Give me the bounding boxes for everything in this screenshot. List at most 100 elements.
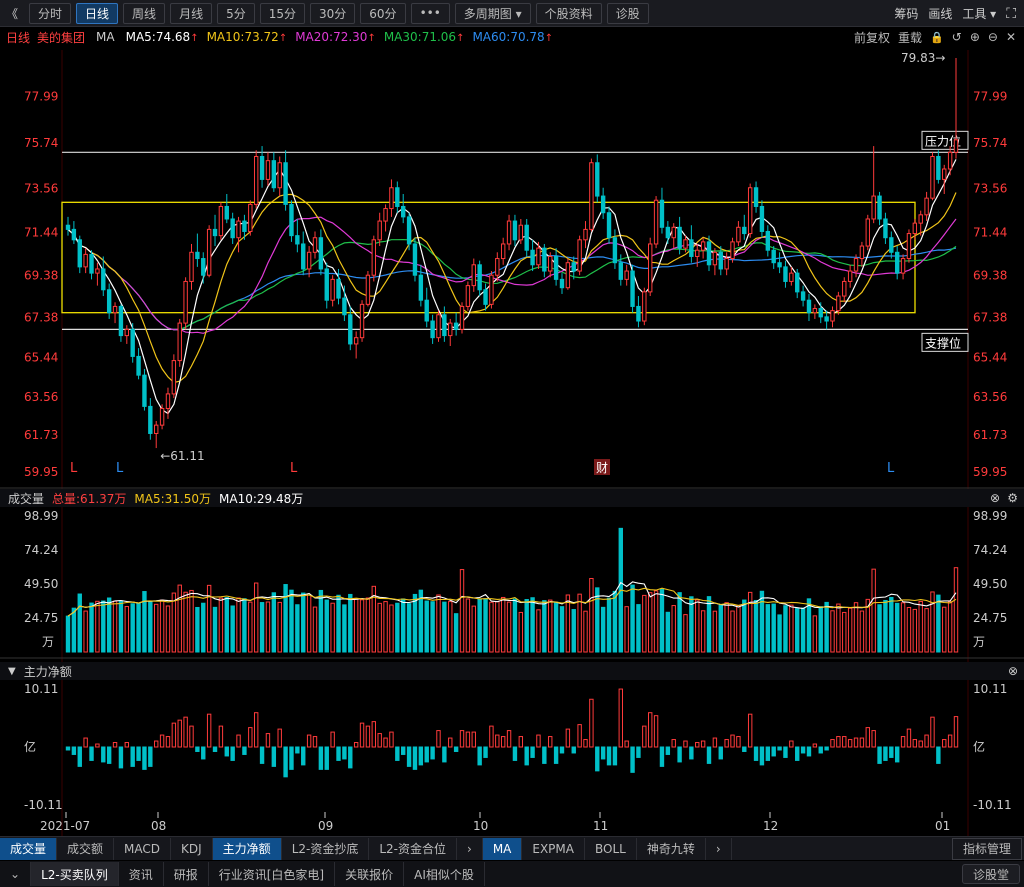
netflow-bar[interactable] — [753, 746, 759, 761]
netflow-bar[interactable] — [195, 746, 200, 752]
candle-body[interactable] — [277, 162, 282, 189]
netflow-bar[interactable] — [830, 739, 835, 748]
candle-body[interactable] — [124, 328, 130, 337]
netflow-bar[interactable] — [542, 746, 547, 764]
diagnose-hall-button[interactable]: 诊股堂 — [961, 864, 1020, 884]
candle-body[interactable] — [883, 218, 888, 239]
candle-body[interactable] — [824, 316, 829, 322]
netflow-bar[interactable] — [453, 746, 459, 752]
netflow-bar[interactable] — [665, 746, 671, 755]
volume-bar[interactable] — [695, 599, 700, 653]
volume-bar[interactable] — [553, 601, 559, 653]
candle-body[interactable] — [583, 228, 588, 241]
netflow-bar[interactable] — [924, 734, 929, 748]
volume-bar[interactable] — [201, 602, 206, 653]
netflow-bar[interactable] — [842, 736, 847, 748]
candle-body[interactable] — [295, 235, 300, 245]
candle-body[interactable] — [248, 203, 253, 232]
netflow-bar[interactable] — [295, 746, 300, 754]
candle-body[interactable] — [836, 295, 841, 312]
candle-body[interactable] — [765, 230, 771, 251]
volume-bar[interactable] — [159, 599, 165, 653]
candle-body[interactable] — [442, 314, 447, 337]
volume-bar[interactable] — [924, 608, 929, 653]
netflow-bar[interactable] — [248, 727, 253, 748]
candle-body[interactable] — [89, 253, 94, 274]
candle-body[interactable] — [265, 160, 271, 180]
netflow-bar[interactable] — [906, 728, 912, 748]
netflow-bar[interactable] — [953, 716, 959, 748]
indicator-tab-3[interactable]: KDJ — [171, 837, 213, 860]
candle-body[interactable] — [236, 220, 241, 239]
candle-body[interactable] — [806, 299, 812, 314]
netflow-bar[interactable] — [353, 742, 359, 748]
candle-body[interactable] — [477, 264, 482, 291]
netflow-bar[interactable] — [277, 728, 282, 748]
volume-bar[interactable] — [518, 611, 524, 653]
volume-bar[interactable] — [301, 592, 306, 653]
candle-body[interactable] — [148, 405, 153, 434]
volume-bar[interactable] — [742, 599, 747, 653]
volume-bar[interactable] — [600, 606, 606, 653]
candle-body[interactable] — [318, 237, 324, 270]
netflow-bar[interactable] — [583, 739, 588, 748]
volume-bar[interactable] — [636, 604, 641, 653]
netflow-bar[interactable] — [765, 746, 771, 761]
netflow-bar[interactable] — [918, 740, 923, 748]
candle-body[interactable] — [777, 262, 782, 268]
volume-bar[interactable] — [689, 596, 694, 653]
indicator-tab-8[interactable]: MA — [482, 837, 523, 860]
netflow-bar[interactable] — [571, 746, 576, 754]
netflow-bar[interactable] — [759, 746, 765, 766]
candle-body[interactable] — [830, 310, 835, 322]
netflow-bar[interactable] — [653, 715, 659, 748]
netflow-bar[interactable] — [647, 712, 653, 748]
volume-bar[interactable] — [871, 568, 876, 653]
candle-body[interactable] — [489, 274, 494, 305]
volume-bar[interactable] — [706, 596, 712, 653]
netflow-bar[interactable] — [630, 746, 635, 773]
netflow-bar[interactable] — [506, 730, 512, 748]
netflow-bar[interactable] — [883, 746, 888, 761]
candle-body[interactable] — [918, 214, 923, 224]
volume-bar[interactable] — [824, 601, 829, 653]
candle-body[interactable] — [665, 226, 671, 239]
bottom-tab-2[interactable]: 资讯 — [119, 862, 164, 886]
netflow-bar[interactable] — [871, 730, 876, 748]
candle-body[interactable] — [377, 220, 382, 241]
volume-bar[interactable] — [83, 610, 88, 653]
netflow-bar[interactable] — [471, 731, 476, 748]
candle-body[interactable] — [577, 239, 582, 272]
netflow-bar[interactable] — [106, 746, 112, 764]
volume-bar[interactable] — [136, 602, 141, 653]
candle-body[interactable] — [342, 297, 347, 316]
volume-bar[interactable] — [683, 614, 688, 653]
candle-body[interactable] — [859, 245, 865, 260]
candle-body[interactable] — [453, 322, 459, 330]
volume-bar[interactable] — [259, 602, 265, 653]
candle-body[interactable] — [406, 216, 412, 245]
candle-body[interactable] — [795, 272, 800, 293]
candle-body[interactable] — [942, 168, 947, 180]
netflow-bar[interactable] — [877, 746, 882, 764]
candle-body[interactable] — [712, 251, 718, 266]
volume-bar[interactable] — [148, 600, 153, 653]
candle-body[interactable] — [353, 337, 359, 345]
candle-body[interactable] — [500, 243, 506, 260]
netflow-bar[interactable] — [154, 740, 159, 748]
netflow-bar[interactable] — [418, 746, 424, 766]
netflow-bar[interactable] — [159, 734, 165, 748]
netflow-bar[interactable] — [524, 746, 529, 766]
volume-bar[interactable] — [65, 615, 71, 653]
candle-body[interactable] — [189, 251, 194, 282]
netflow-bar[interactable] — [695, 742, 700, 748]
candle-body[interactable] — [412, 243, 418, 276]
netflow-bar[interactable] — [65, 746, 71, 751]
netflow-bar[interactable] — [800, 746, 806, 754]
candle-body[interactable] — [506, 220, 512, 245]
volume-bar[interactable] — [653, 590, 659, 653]
indicator-tab-0[interactable]: 成交量 — [0, 837, 58, 860]
volume-bar[interactable] — [330, 602, 335, 653]
volume-bar[interactable] — [712, 610, 718, 653]
volume-bar[interactable] — [859, 610, 865, 653]
